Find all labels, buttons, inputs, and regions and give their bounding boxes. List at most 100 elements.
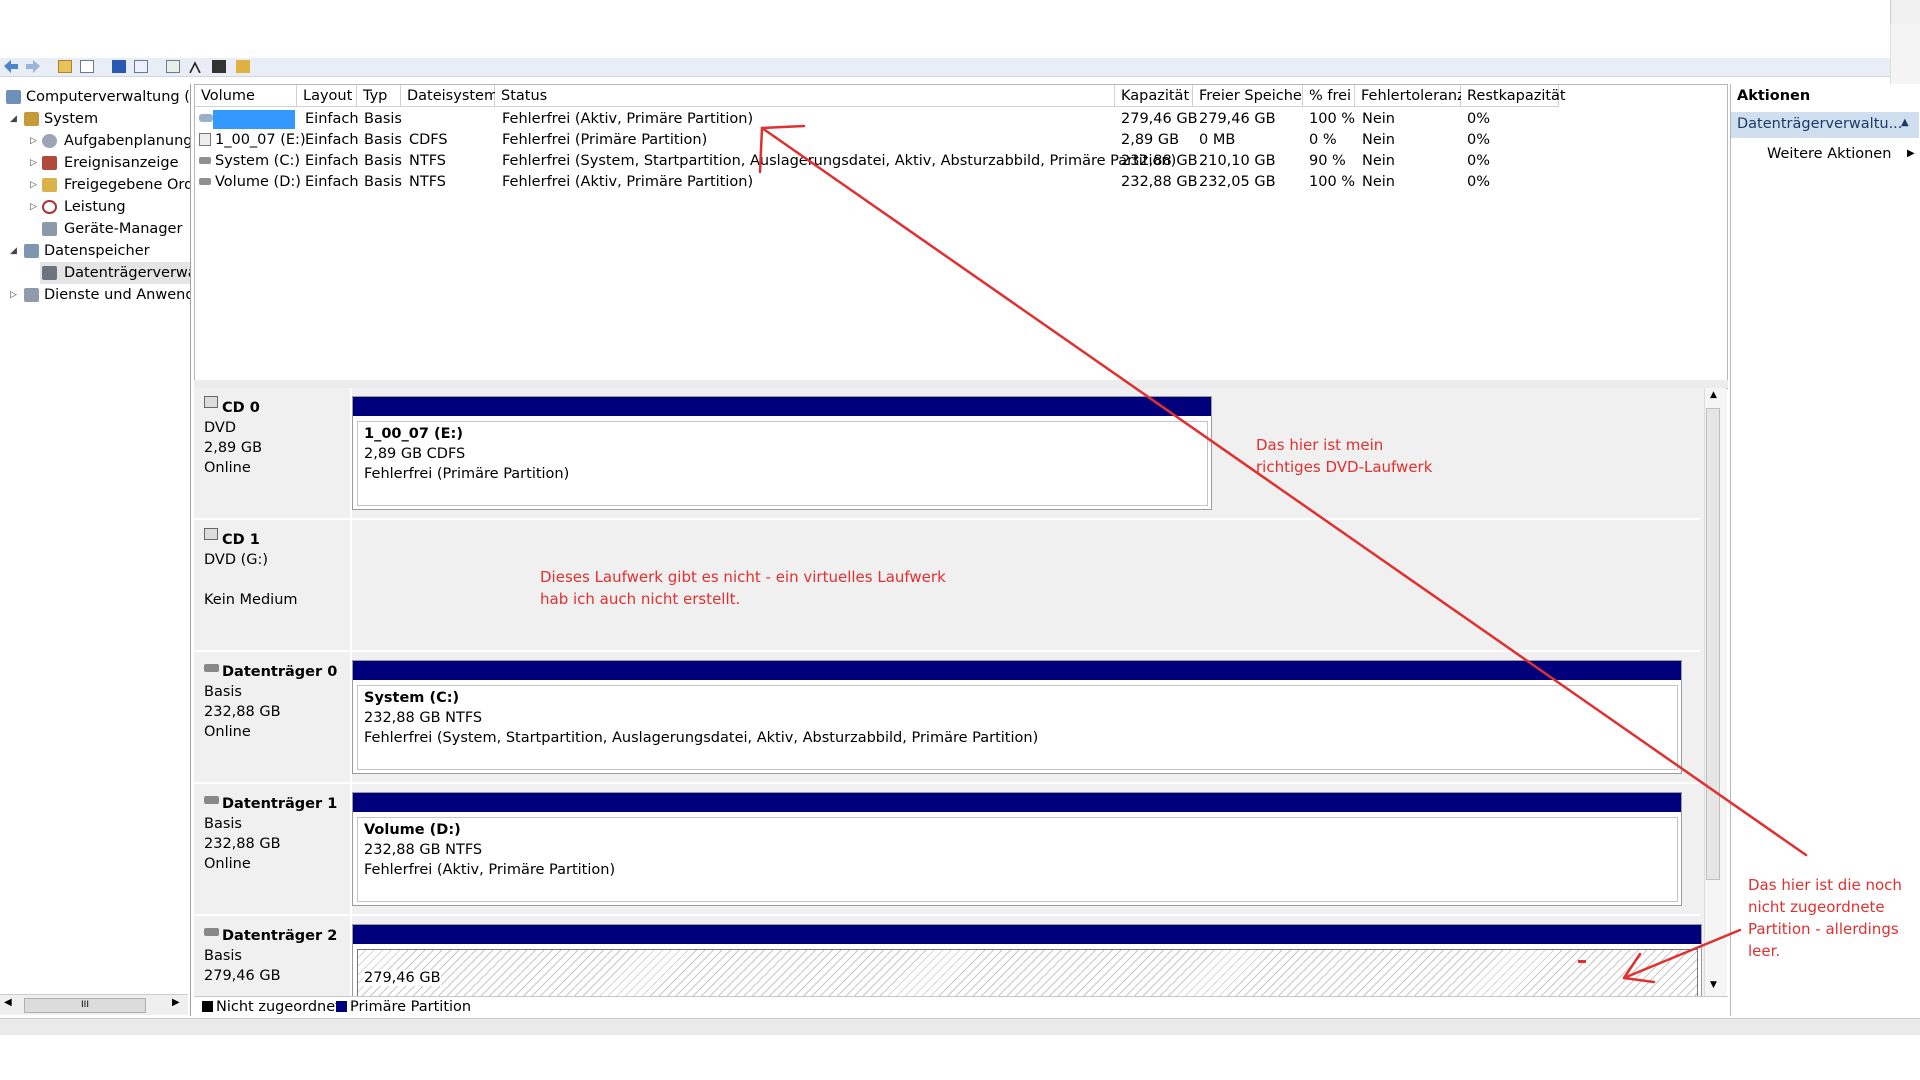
disk-size: 232,88 GB [204, 704, 281, 720]
tree-item-freigegebene-ordner[interactable]: ▷ Freigegebene Ordn [0, 174, 190, 196]
disk-label[interactable]: Datenträger 1 Basis 232,88 GB Online [194, 784, 350, 914]
event-viewer-icon [42, 156, 57, 170]
disk-type: DVD [204, 420, 236, 436]
partition-d[interactable]: Volume (D:) 232,88 GB NTFS Fehlerfrei (A… [352, 792, 1682, 906]
volume-fault-tolerance: Nein [1362, 132, 1395, 148]
tree-item-computerverwaltung[interactable]: Computerverwaltung (Lo [4, 86, 190, 108]
column-header-kapazitaet[interactable]: Kapazität [1115, 85, 1193, 107]
tree-item-aufgabenplanung[interactable]: ▷ Aufgabenplanung [0, 130, 190, 152]
volume-capacity: 2,89 GB [1121, 132, 1180, 148]
expand-triangle-icon[interactable]: ▷ [10, 284, 17, 306]
scroll-up-icon[interactable]: ▲ [1710, 390, 1717, 400]
legend-bar: Nicht zugeordnet Primäre Partition [194, 996, 1728, 1019]
volume-percent-free: 100 % [1309, 111, 1356, 127]
volume-row[interactable]: Einfach Basis Fehlerfrei (Aktiv, Primäre… [195, 109, 1727, 130]
volume-typ: Basis [364, 111, 402, 127]
disk-type: DVD (G:) [204, 552, 269, 568]
volume-fault-tolerance: Nein [1362, 111, 1395, 127]
tree-item-leistung[interactable]: ▷ Leistung [0, 196, 190, 218]
volume-capacity: 232,88 GB [1121, 174, 1198, 190]
collapse-triangle-icon[interactable]: ◢ [10, 240, 17, 262]
volume-row[interactable]: Volume (D:) Einfach Basis NTFS Fehlerfre… [195, 172, 1727, 193]
expand-triangle-icon[interactable]: ▷ [30, 130, 37, 152]
cut-icon[interactable] [188, 60, 202, 74]
refresh-icon[interactable] [166, 60, 180, 73]
scroll-down-icon[interactable]: ▼ [1710, 980, 1717, 990]
tree-item-label: Geräte-Manager [64, 221, 183, 237]
collapse-triangle-icon[interactable]: ◢ [10, 108, 17, 130]
tree-item-system[interactable]: ◢ System [0, 108, 190, 130]
disk-row-0: Datenträger 0 Basis 232,88 GB Online Sys… [194, 652, 1700, 784]
expand-triangle-icon[interactable]: ▷ [30, 196, 37, 218]
back-icon[interactable] [4, 60, 18, 73]
volume-free: 232,05 GB [1199, 174, 1276, 190]
disk-size: 2,89 GB [204, 440, 263, 456]
device-manager-icon [42, 222, 57, 236]
volume-capacity: 232,88 GB [1121, 153, 1198, 169]
column-header-prozent-frei[interactable]: % frei [1303, 85, 1355, 107]
scroll-right-icon[interactable]: ▶ [172, 997, 180, 1008]
volume-row[interactable]: System (C:) Einfach Basis NTFS Fehlerfre… [195, 151, 1727, 172]
volume-free: 0 MB [1199, 132, 1236, 148]
tree-horizontal-scrollbar[interactable]: ◀ III ▶ [0, 994, 188, 1015]
tree-item-dienste-und-anwendungen[interactable]: ▷ Dienste und Anwendu [0, 284, 190, 306]
volume-row[interactable]: 1_00_07 (E:) Einfach Basis CDFS Fehlerfr… [195, 130, 1727, 151]
scroll-left-icon[interactable]: ◀ [4, 997, 12, 1008]
volume-typ: Basis [364, 132, 402, 148]
help-icon[interactable] [112, 60, 126, 73]
disk-size: 279,46 GB [204, 968, 281, 984]
more-actions-label: Weitere Aktionen [1767, 146, 1892, 162]
column-header-volume[interactable]: Volume [195, 85, 297, 107]
volume-typ: Basis [364, 174, 402, 190]
column-header-dateisystem[interactable]: Dateisystem [401, 85, 498, 107]
partition-body: System (C:) 232,88 GB NTFS Fehlerfrei (S… [357, 685, 1678, 770]
scroll-thumb[interactable]: III [24, 998, 146, 1013]
scroll-thumb[interactable] [1706, 408, 1720, 880]
folder-icon[interactable] [58, 60, 72, 73]
disk-label[interactable]: Datenträger 0 Basis 232,88 GB Online [194, 652, 350, 782]
console-tree-icon[interactable] [80, 60, 94, 73]
tree-item-label: Dienste und Anwendu [44, 287, 191, 303]
partition-unassigned[interactable]: 279,46 GB [352, 924, 1702, 996]
cd-drive-icon [204, 528, 218, 540]
column-header-fehlertoleranz[interactable]: Fehlertoleranz [1355, 85, 1465, 107]
disk-state: Online [204, 460, 251, 476]
list-view-icon[interactable] [134, 60, 148, 73]
volume-rest: 0% [1467, 132, 1491, 148]
volume-name-selected[interactable] [213, 110, 295, 129]
disk-label[interactable]: Datenträger 2 Basis 279,46 GB [194, 916, 350, 996]
partition-e[interactable]: 1_00_07 (E:) 2,89 GB CDFS Fehlerfrei (Pr… [352, 396, 1212, 510]
annotation-virtual-drive: Dieses Laufwerk gibt es nicht - ein virt… [540, 568, 946, 608]
disk-label[interactable]: CD 1 DVD (G:) Kein Medium [194, 520, 350, 650]
toolbar [0, 58, 1890, 77]
annotation-dvd: Das hier ist mein richtiges DVD-Laufwerk [1256, 436, 1433, 476]
column-header-typ[interactable]: Typ [357, 85, 401, 107]
hard-disk-icon [204, 796, 219, 804]
partition-title: 1_00_07 (E:) [364, 426, 463, 442]
tree-item-geraete-manager[interactable]: Geräte-Manager [0, 218, 190, 240]
expand-triangle-icon[interactable]: ▷ [30, 174, 37, 196]
window-close-fragment[interactable] [1890, 0, 1920, 25]
expand-triangle-icon[interactable]: ▷ [30, 152, 37, 174]
volume-free: 279,46 GB [1199, 111, 1276, 127]
disk-label[interactable]: CD 0 DVD 2,89 GB Online [194, 388, 350, 518]
partition-c[interactable]: System (C:) 232,88 GB NTFS Fehlerfrei (S… [352, 660, 1682, 774]
tree-item-datentraegerverwaltung[interactable]: Datenträgerverwal [40, 262, 190, 284]
disk-graphical-view: CD 0 DVD 2,89 GB Online 1_00_07 (E:) 2,8… [194, 388, 1726, 996]
column-header-status[interactable]: Status [495, 85, 1115, 107]
tree-item-ereignisanzeige[interactable]: ▷ Ereignisanzeige [0, 152, 190, 174]
actions-section-header[interactable]: Datenträgerverwaltu... ▲ [1731, 112, 1919, 138]
column-header-layout[interactable]: Layout [297, 85, 357, 107]
forward-icon[interactable] [26, 60, 40, 73]
column-header-restkapazitaet[interactable]: Restkapazität [1461, 85, 1566, 107]
save-icon[interactable] [212, 60, 226, 73]
properties-icon[interactable] [236, 60, 250, 73]
disk-name: Datenträger 1 [222, 796, 338, 812]
volume-status: Fehlerfrei (Aktiv, Primäre Partition) [502, 111, 754, 127]
volume-free: 210,10 GB [1199, 153, 1276, 169]
column-header-freier-speicher[interactable]: Freier Speicher [1193, 85, 1308, 107]
collapse-up-icon[interactable]: ▲ [1901, 117, 1909, 128]
tree-item-datenspeicher[interactable]: ◢ Datenspeicher [0, 240, 190, 262]
more-actions-item[interactable]: Weitere Aktionen ▶ [1767, 146, 1917, 168]
shared-folder-icon [42, 178, 57, 192]
